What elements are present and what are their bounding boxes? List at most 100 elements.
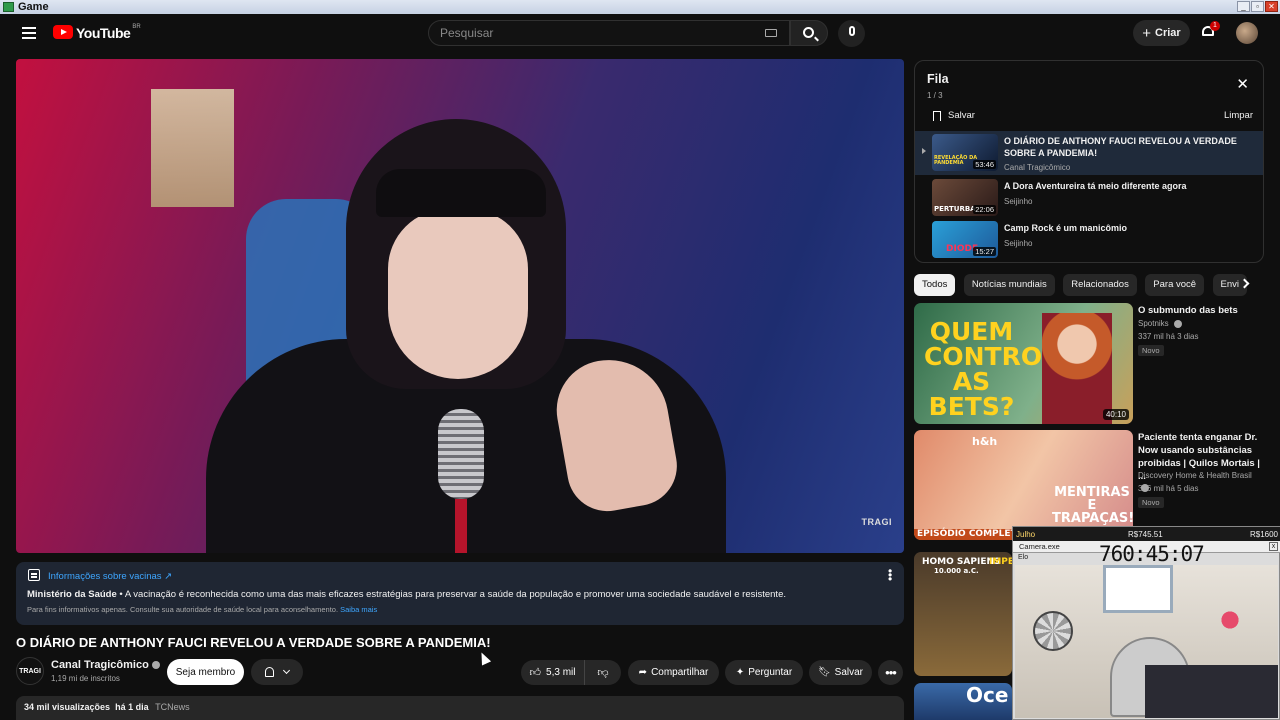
recommendation-thumbnail[interactable]: h&h MENTIRAS E TRAPAÇAS! EPISÓDIO COMPLE… xyxy=(914,430,1133,540)
like-count: 5,3 mil xyxy=(546,667,576,678)
minimize-button[interactable]: _ xyxy=(1237,1,1250,12)
bell-icon xyxy=(265,667,274,677)
join-button[interactable]: Seja membro xyxy=(167,659,244,685)
overlay-value-current: R$745.51 xyxy=(1128,529,1163,539)
keyboard-icon[interactable] xyxy=(765,29,777,37)
queue-item-channel: Seijinho xyxy=(1004,197,1033,206)
recommendation-stats: 366 mil há 5 dias xyxy=(1138,484,1199,493)
like-dislike-group: 👍︎ 5,3 mil 👎︎ xyxy=(521,660,621,685)
now-playing-icon xyxy=(922,148,926,154)
view-count: 34 mil visualizações xyxy=(24,702,111,712)
account-avatar[interactable] xyxy=(1236,22,1258,44)
chip-all[interactable]: Todos xyxy=(914,274,956,296)
queue-item[interactable]: PERTURBA 22:06 A Dora Aventureira tá mei… xyxy=(915,176,1263,220)
save-label: Salvar xyxy=(834,667,864,678)
search-button[interactable] xyxy=(790,20,828,46)
plus-icon: + xyxy=(1142,24,1152,42)
youtube-logo[interactable]: YouTube BR xyxy=(53,24,141,41)
overlay-value-goal: R$1600 xyxy=(1249,529,1278,539)
search-icon xyxy=(803,27,814,38)
webcam-feed xyxy=(1015,565,1278,718)
queue-clear-button[interactable]: Limpar xyxy=(1224,110,1253,121)
close-window-button[interactable]: ✕ xyxy=(1265,1,1278,12)
queue-panel: Fila 1 / 3 ✕ Salvar Limpar REVELAÇÃO DA … xyxy=(914,60,1264,263)
queue-item[interactable]: DIODE 15:27 Camp Rock é um manicômio Sei… xyxy=(915,218,1263,262)
maximize-button[interactable]: ▫ xyxy=(1251,1,1264,12)
close-icon[interactable]: ✕ xyxy=(1236,75,1249,93)
bookmark-icon xyxy=(933,110,941,121)
ask-label: Perguntar xyxy=(748,667,793,678)
like-button[interactable]: 👍︎ 5,3 mil xyxy=(521,660,585,685)
close-icon[interactable]: x xyxy=(1269,542,1278,551)
duration-badge: 40:10 xyxy=(1102,409,1129,420)
queue-item-title: Camp Rock é um manicômio xyxy=(1004,223,1128,233)
logo-text: YouTube xyxy=(76,25,131,41)
search-box xyxy=(428,20,790,46)
queue-item-title: O DIÁRIO DE ANTHONY FAUCI REVELOU A VERD… xyxy=(1004,136,1237,158)
recommendation-item[interactable]: h&h MENTIRAS E TRAPAÇAS! EPISÓDIO COMPLE… xyxy=(914,430,1264,540)
app-icon xyxy=(3,2,14,12)
ask-button[interactable]: ✦ Perguntar xyxy=(725,660,803,685)
thumbnail-text: Oce xyxy=(966,683,1009,707)
menu-icon[interactable] xyxy=(22,27,36,39)
sparkle-icon: ✦ xyxy=(735,667,745,678)
mouse-cursor xyxy=(476,650,492,666)
channel-text: Discovery Home & Health Brasil xyxy=(1138,471,1252,480)
channel-avatar[interactable]: TRAGI xyxy=(16,657,44,685)
voice-search-button[interactable] xyxy=(838,20,865,47)
recommendation-thumbnail[interactable]: HOMO SAPIENS 10.000 a.C. IMPE xyxy=(914,552,1012,676)
dislike-button[interactable]: 👎︎ xyxy=(585,660,621,685)
video-player[interactable]: TRAGI xyxy=(16,59,904,553)
new-badge: Novo xyxy=(1138,497,1164,508)
notifications-button[interactable]: 1 xyxy=(1201,21,1220,39)
learn-more-link[interactable]: Saiba mais xyxy=(340,605,377,614)
info-panel-text: Ministério da Saúde • A vacinação é reco… xyxy=(27,589,786,600)
queue-item-channel: Seijinho xyxy=(1004,239,1033,248)
new-badge: Novo xyxy=(1138,345,1164,356)
info-panel-title[interactable]: Informações sobre vacinas ↗ xyxy=(48,571,172,582)
hashtag[interactable]: TCNews xyxy=(155,702,190,712)
create-button[interactable]: + Criar xyxy=(1133,20,1190,46)
more-actions-button[interactable]: ••• xyxy=(878,660,903,685)
queue-thumbnail[interactable]: DIODE 15:27 xyxy=(932,221,998,258)
more-vert-icon[interactable]: • • • xyxy=(888,565,892,585)
os-window-title: Game xyxy=(18,1,49,13)
queue-item-channel: Canal Tragicômico xyxy=(1004,163,1071,172)
thumbs-up-icon: 👍︎ xyxy=(529,667,542,679)
channel-name[interactable]: Canal Tragicômico xyxy=(51,659,160,671)
chip-for-you[interactable]: Para você xyxy=(1145,274,1205,296)
queue-thumbnail[interactable]: PERTURBA 22:06 xyxy=(932,179,998,216)
info-source: Ministério da Saúde xyxy=(27,589,117,600)
search-input[interactable] xyxy=(429,21,749,45)
subscriber-count: 1,19 mi de inscritos xyxy=(51,674,120,683)
info-body: • A vacinação é reconhecida como uma das… xyxy=(116,589,786,600)
channel-name-text: Canal Tragicômico xyxy=(51,659,149,671)
bookmark-icon: 🔖︎ xyxy=(817,667,831,678)
duration-badge: 53:46 xyxy=(973,160,996,169)
queue-item[interactable]: REVELAÇÃO DA PANDEMIA 53:46 O DIÁRIO DE … xyxy=(915,131,1263,175)
queue-count: 1 / 3 xyxy=(927,91,943,100)
overlay-month: Julho xyxy=(1016,529,1036,539)
upload-age: há 1 dia xyxy=(115,702,149,712)
recommendation-thumbnail[interactable]: QUEM CONTROLA AS BETS? 40:10 xyxy=(914,303,1133,424)
overlay-window: Julho R$745.51 R$1600 Camera.exe x Elo 7… xyxy=(1012,526,1280,720)
chip-related[interactable]: Relacionados xyxy=(1063,274,1137,296)
queue-thumbnail[interactable]: REVELAÇÃO DA PANDEMIA 53:46 xyxy=(932,134,998,171)
recommendation-title: O submundo das bets xyxy=(1138,305,1238,316)
description-box[interactable]: 34 mil visualizações há 1 dia TCNews xyxy=(16,696,904,720)
thumbnail-text-right: IMPE xyxy=(989,557,1012,567)
subscription-bell-button[interactable] xyxy=(251,659,303,685)
chip-world-news[interactable]: Notícias mundiais xyxy=(963,274,1055,296)
channel-watermark[interactable]: TRAGI xyxy=(862,517,893,527)
recommendation-item[interactable]: QUEM CONTROLA AS BETS? 40:10 O submundo … xyxy=(914,303,1264,424)
notification-badge: 1 xyxy=(1210,21,1220,31)
share-icon: ➦ xyxy=(638,667,648,678)
overlay-label: Elo xyxy=(1018,554,1029,561)
share-button[interactable]: ➦ Compartilhar xyxy=(628,660,719,685)
queue-save-button[interactable]: Salvar xyxy=(933,110,975,121)
recommendation-thumbnail[interactable]: Oce xyxy=(914,683,1012,720)
thumbnail-person xyxy=(1042,313,1112,424)
duration-badge: 22:06 xyxy=(973,205,996,214)
save-button[interactable]: 🔖︎ Salvar xyxy=(809,660,872,685)
microphone-icon xyxy=(849,26,855,36)
